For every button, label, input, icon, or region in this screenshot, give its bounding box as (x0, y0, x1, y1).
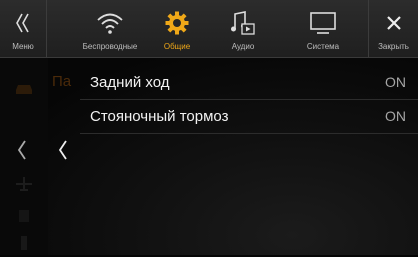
tab-wireless-label: Беспроводные (82, 42, 138, 51)
car-icon (14, 82, 34, 98)
tab-system-label: Система (306, 42, 340, 51)
tab-general-label: Общие (163, 42, 191, 51)
battery-icon (14, 234, 34, 250)
settings-row-parking-brake[interactable]: Стояночный тормоз ON (80, 100, 418, 134)
gear-icon (146, 10, 208, 36)
close-icon (369, 10, 418, 36)
setting-value: ON (385, 74, 406, 90)
menu-label: Меню (12, 42, 34, 51)
tab-wireless[interactable]: Беспроводные (62, 0, 158, 57)
setting-title: Задний ход (90, 74, 170, 91)
setting-title: Стояночный тормоз (90, 108, 229, 125)
wifi-icon (62, 10, 158, 36)
back-arrow-icon[interactable] (17, 139, 27, 165)
close-label: Закрыть (378, 42, 409, 51)
tab-audio-label: Аудио (231, 42, 255, 51)
back-button[interactable] (58, 139, 68, 165)
settings-row-reverse[interactable]: Задний ход ON (80, 66, 418, 100)
menu-button[interactable]: Меню (0, 0, 46, 57)
tab-audio[interactable]: Аудио (214, 0, 272, 57)
faded-item-label: Па (52, 73, 72, 90)
airplane-icon (14, 176, 34, 192)
setting-value: ON (385, 108, 406, 124)
tab-system[interactable]: Система (292, 0, 354, 57)
double-chevron-left-icon (0, 10, 46, 36)
top-menu-bar: Меню Беспроводные Общие Аудио Система За… (0, 0, 418, 58)
tab-general[interactable]: Общие (146, 0, 208, 57)
close-button[interactable]: Закрыть (369, 0, 418, 57)
music-note-icon (214, 10, 272, 36)
monitor-icon (292, 10, 354, 36)
grid-icon (14, 208, 34, 224)
